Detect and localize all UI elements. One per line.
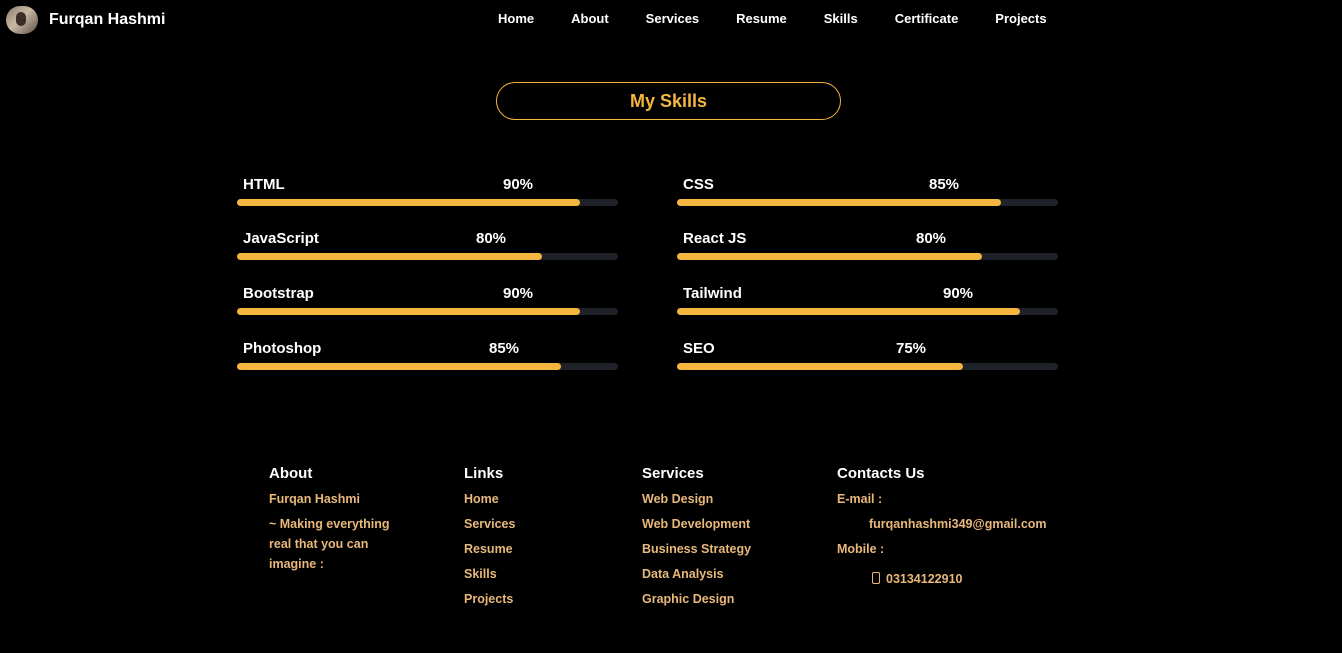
skill-fill — [677, 199, 1001, 206]
skill-percent: 85% — [929, 176, 960, 193]
skill-fill — [237, 308, 580, 315]
skill-fill — [677, 363, 963, 370]
nav-projects[interactable]: Projects — [995, 11, 1046, 26]
footer-link-resume[interactable]: Resume — [464, 539, 515, 559]
skills-title-pill: My Skills — [496, 82, 841, 120]
footer-about-tagline: ~ Making everything real that you can im… — [269, 517, 390, 571]
phone-icon — [872, 572, 880, 584]
skill-css: CSS 85% — [677, 176, 1058, 216]
skill-name: SEO — [683, 340, 715, 357]
skill-tailwind: Tailwind 90% — [677, 285, 1058, 325]
mobile-number: 03134122910 — [886, 572, 963, 586]
footer-services: Services Web Design Web Development Busi… — [642, 465, 751, 614]
nav-services[interactable]: Services — [646, 11, 700, 26]
skill-name: Photoshop — [243, 340, 322, 357]
footer-service-graphic-design[interactable]: Graphic Design — [642, 589, 751, 609]
skill-percent: 75% — [896, 340, 927, 357]
skill-name: Tailwind — [683, 285, 742, 302]
footer-link-services[interactable]: Services — [464, 514, 515, 534]
skill-track — [677, 308, 1058, 315]
footer-contacts: Contacts Us E-mail : furqanhashmi349@gma… — [837, 465, 1047, 589]
footer-link-skills[interactable]: Skills — [464, 564, 515, 584]
footer-service-business-strategy[interactable]: Business Strategy — [642, 539, 751, 559]
skill-name: JavaScript — [243, 230, 319, 247]
skill-percent: 90% — [503, 285, 534, 302]
skill-percent: 80% — [916, 230, 947, 247]
footer-about-heading: About — [269, 465, 313, 482]
skill-photoshop: Photoshop 85% — [237, 340, 618, 380]
skill-seo: SEO 75% — [677, 340, 1058, 380]
nav-resume[interactable]: Resume — [736, 11, 787, 26]
skill-fill — [237, 363, 561, 370]
skill-track — [677, 199, 1058, 206]
mobile-label: Mobile : — [837, 542, 885, 556]
footer-links-heading: Links — [464, 465, 504, 482]
skills-title: My Skills — [629, 90, 708, 111]
skill-javascript: JavaScript 80% — [237, 230, 618, 270]
skill-name: CSS — [683, 176, 714, 193]
skill-track — [237, 363, 618, 370]
skill-name: Bootstrap — [243, 285, 314, 302]
skill-fill — [237, 253, 542, 260]
footer-link-home[interactable]: Home — [464, 489, 515, 509]
avatar — [6, 6, 38, 34]
skill-track — [677, 253, 1058, 260]
skill-percent: 90% — [503, 176, 534, 193]
nav-about[interactable]: About — [571, 11, 609, 26]
footer-service-web-design[interactable]: Web Design — [642, 489, 751, 509]
skill-percent: 90% — [943, 285, 974, 302]
skill-track — [237, 199, 618, 206]
skill-html: HTML 90% — [237, 176, 618, 216]
brand[interactable]: Furqan Hashmi — [6, 6, 165, 34]
brand-name: Furqan Hashmi — [49, 11, 166, 28]
mobile-row[interactable]: 03134122910 — [872, 569, 1047, 589]
skill-track — [677, 363, 1058, 370]
skill-fill — [677, 253, 982, 260]
footer-links: Links Home Services Resume Skills Projec… — [464, 465, 515, 614]
footer-about: About Furqan Hashmi ~ Making everything … — [269, 465, 409, 574]
skill-track — [237, 308, 618, 315]
skill-fill — [237, 199, 580, 206]
email-label: E-mail : — [837, 492, 883, 506]
nav-home[interactable]: Home — [498, 11, 534, 26]
skill-percent: 85% — [489, 340, 520, 357]
skill-name: React JS — [683, 230, 747, 247]
skill-track — [237, 253, 618, 260]
skill-react-js: React JS 80% — [677, 230, 1058, 270]
nav-links: Home About Services Resume Skills Certif… — [498, 11, 1084, 26]
footer-contacts-heading: Contacts Us — [837, 465, 925, 482]
skill-fill — [677, 308, 1020, 315]
footer-service-web-development[interactable]: Web Development — [642, 514, 751, 534]
email-link[interactable]: furqanhashmi349@gmail.com — [869, 514, 1047, 534]
skill-name: HTML — [243, 176, 285, 193]
navbar: Furqan Hashmi Home About Services Resume… — [0, 0, 1342, 40]
skill-percent: 80% — [476, 230, 507, 247]
nav-skills[interactable]: Skills — [824, 11, 858, 26]
nav-certificate[interactable]: Certificate — [895, 11, 959, 26]
footer-link-projects[interactable]: Projects — [464, 589, 515, 609]
footer-services-heading: Services — [642, 465, 704, 482]
skill-bootstrap: Bootstrap 90% — [237, 285, 618, 325]
footer-service-data-analysis[interactable]: Data Analysis — [642, 564, 751, 584]
footer-about-name: Furqan Hashmi — [269, 492, 360, 506]
